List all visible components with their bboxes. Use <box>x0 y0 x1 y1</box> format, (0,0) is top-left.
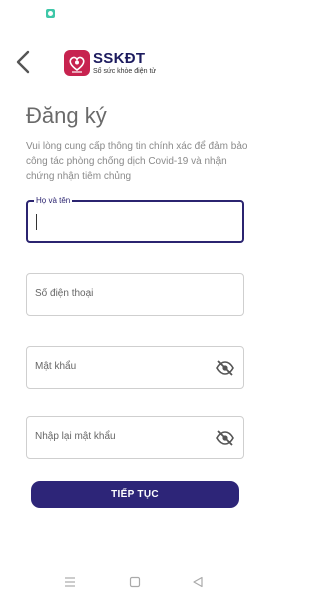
back-button[interactable] <box>12 49 36 75</box>
password-placeholder: Mật khẩu <box>35 361 77 372</box>
brand-subtitle: Sổ sức khỏe điện tử <box>93 68 157 75</box>
back-triangle-icon[interactable] <box>191 575 205 589</box>
confirm-password-placeholder: Nhập lại mật khẩu <box>35 431 116 442</box>
page-title: Đăng ký <box>26 103 107 128</box>
eye-off-icon[interactable] <box>216 430 234 446</box>
full-name-field[interactable]: Họ và tên <box>26 196 244 243</box>
chevron-left-icon <box>16 50 30 74</box>
password-field[interactable]: Mật khẩu <box>26 346 244 389</box>
brand-title: SSKĐT <box>93 50 146 67</box>
page-subtitle: Vui lòng cung cấp thông tin chính xác để… <box>26 141 248 182</box>
app-logo <box>64 50 90 76</box>
menu-icon[interactable] <box>63 575 77 589</box>
continue-button[interactable]: TIẾP TỤC <box>31 481 239 508</box>
home-square-icon[interactable] <box>128 575 142 589</box>
status-bar <box>0 0 270 28</box>
phone-field[interactable]: Số điện thoại <box>26 273 244 316</box>
confirm-password-field[interactable]: Nhập lại mật khẩu <box>26 416 244 459</box>
eye-off-icon[interactable] <box>216 360 234 376</box>
notification-icon <box>46 9 55 18</box>
full-name-label: Họ và tên <box>34 196 73 205</box>
heart-shield-logo-icon <box>69 56 85 73</box>
system-nav-bar <box>0 565 270 600</box>
phone-placeholder: Số điện thoại <box>35 288 94 299</box>
text-caret <box>36 214 37 230</box>
